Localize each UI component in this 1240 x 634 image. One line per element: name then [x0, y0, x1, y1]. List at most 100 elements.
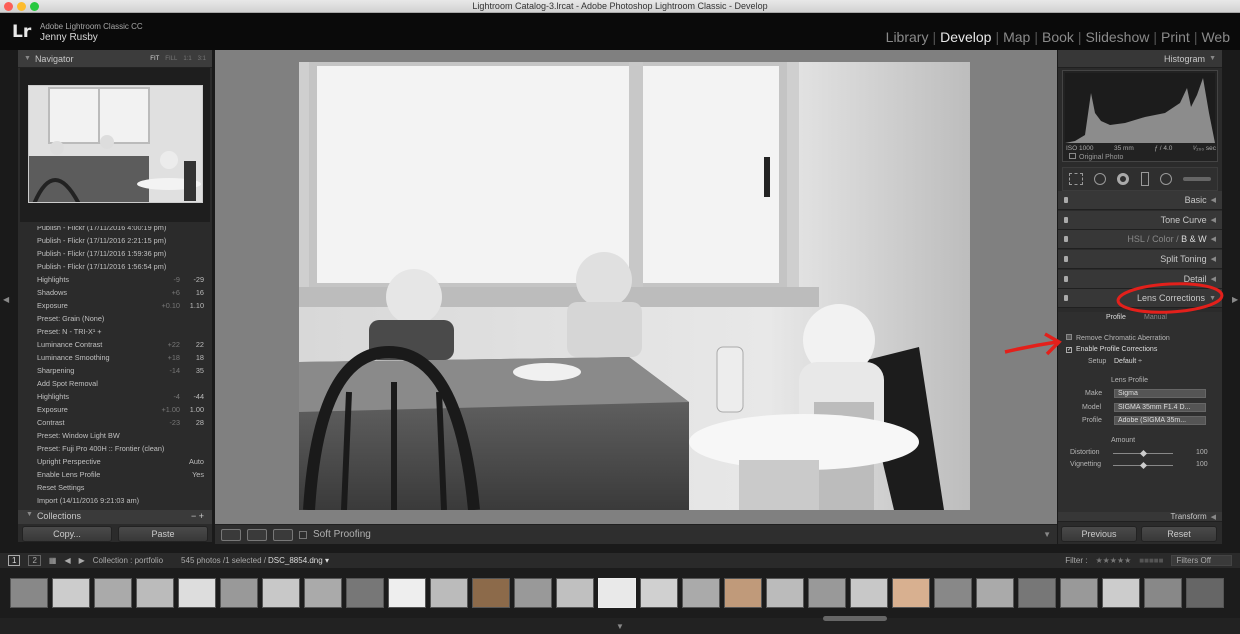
filmstrip-thumbnail[interactable]	[640, 578, 678, 608]
tab-bw[interactable]: B & W	[1181, 234, 1207, 244]
module-book[interactable]: Book	[1038, 29, 1078, 45]
filmstrip-thumbnail[interactable]	[178, 578, 216, 608]
filmstrip-thumbnail[interactable]	[1102, 578, 1140, 608]
tab-hsl[interactable]: HSL	[1127, 234, 1144, 244]
adjustment-brush-icon[interactable]	[1183, 177, 1212, 181]
filmstrip-thumbnail[interactable]	[934, 578, 972, 608]
history-item[interactable]: Exposure +1.00 1.00	[20, 403, 210, 416]
red-eye-icon[interactable]	[1117, 173, 1130, 185]
module-map[interactable]: Map	[999, 29, 1034, 45]
collections-header[interactable]: ▼ Collections − +	[18, 510, 212, 524]
filmstrip-thumbnail[interactable]	[346, 578, 384, 608]
vignetting-slider-handle[interactable]	[1139, 461, 1148, 470]
loupe-view-icon[interactable]	[221, 528, 241, 541]
filmstrip-thumbnail[interactable]	[1144, 578, 1182, 608]
history-item[interactable]: Upright Perspective Auto	[20, 455, 210, 468]
history-item[interactable]: Luminance Smoothing +18 18	[20, 351, 210, 364]
filmstrip-thumbnail[interactable]	[598, 578, 636, 608]
filmstrip-thumbnail[interactable]	[976, 578, 1014, 608]
tone-curve-section-header[interactable]: Tone Curve ◀	[1058, 211, 1222, 230]
history-item[interactable]: Sharpening -14 35	[20, 364, 210, 377]
filmstrip-thumbnail[interactable]	[472, 578, 510, 608]
navigator-header[interactable]: ▼ Navigator FIT FILL 1:1 3:1	[18, 50, 212, 68]
history-item[interactable]: Publish - Flickr (17/11/2016 4:00:19 pm)	[20, 226, 210, 234]
history-item[interactable]: Highlights -4 -44	[20, 390, 210, 403]
color-label-filter-icon[interactable]: ■■■■■	[1139, 556, 1163, 565]
module-library[interactable]: Library	[882, 29, 933, 45]
module-develop[interactable]: Develop	[936, 29, 995, 45]
panel-switch-icon[interactable]	[1064, 236, 1068, 242]
crop-tool-icon[interactable]	[1068, 173, 1083, 185]
filmstrip-thumbnail[interactable]	[430, 578, 468, 608]
model-dropdown[interactable]: SIGMA 35mm F1.4 D...	[1114, 403, 1206, 412]
history-item[interactable]: Highlights -9 -29	[20, 273, 210, 286]
filmstrip-thumbnail[interactable]	[220, 578, 258, 608]
soft-proofing-checkbox[interactable]	[299, 530, 307, 539]
radial-filter-icon[interactable]	[1159, 173, 1172, 185]
history-item[interactable]: Exposure +0.10 1.10	[20, 299, 210, 312]
history-item[interactable]: Shadows +6 16	[20, 286, 210, 299]
history-item[interactable]: Enable Lens Profile Yes	[20, 468, 210, 481]
history-item[interactable]: Publish - Flickr (17/11/2016 1:59:36 pm)	[20, 247, 210, 260]
history-item[interactable]: Preset: N - TRI-X¹ +	[20, 325, 210, 338]
right-panel-toggle-icon[interactable]: ▶	[1232, 295, 1238, 304]
filmstrip-thumbnail[interactable]	[262, 578, 300, 608]
histogram-header[interactable]: Histogram ▼	[1058, 50, 1222, 68]
panel-switch-icon[interactable]	[1064, 197, 1068, 203]
history-item[interactable]: Publish - Flickr (17/11/2016 1:56:54 pm)	[20, 260, 210, 273]
module-web[interactable]: Web	[1197, 29, 1234, 45]
vignetting-value[interactable]: 100	[1196, 461, 1208, 468]
history-item[interactable]: Publish - Flickr (17/11/2016 2:21:15 pm)	[20, 234, 210, 247]
history-item[interactable]: Reset Settings	[20, 481, 210, 494]
main-photo[interactable]	[299, 58, 970, 511]
collection-path[interactable]: Collection : portfolio	[93, 556, 163, 565]
original-photo-checkbox[interactable]	[1069, 153, 1076, 159]
filmstrip-thumbnail[interactable]	[304, 578, 342, 608]
transform-section-header[interactable]: Transform ◀	[1058, 512, 1222, 522]
tab-color[interactable]: Color	[1152, 234, 1174, 244]
history-item[interactable]: Luminance Contrast +22 22	[20, 338, 210, 351]
rating-filter-stars-icon[interactable]: ★★★★★	[1095, 556, 1131, 565]
history-item[interactable]: Contrast -23 28	[20, 416, 210, 429]
navigator-preview[interactable]	[20, 68, 210, 222]
history-item[interactable]: Preset: Grain (None)	[20, 312, 210, 325]
back-arrow-icon[interactable]: ◀	[64, 556, 70, 565]
collections-add-remove[interactable]: − +	[191, 511, 204, 523]
history-item[interactable]: Preset: Window Light BW	[20, 429, 210, 442]
basic-section-header[interactable]: Basic ◀	[1058, 191, 1222, 210]
hsl-section-header[interactable]: HSL / Color / B & W ◀	[1058, 230, 1222, 249]
grid-icon[interactable]: ▦	[49, 556, 57, 565]
zoom-fill[interactable]: FILL	[165, 56, 177, 62]
compare-view-icon[interactable]	[247, 528, 267, 541]
make-dropdown[interactable]: Sigma	[1114, 389, 1206, 398]
previous-button[interactable]: Previous	[1061, 526, 1137, 542]
filmstrip-thumbnail[interactable]	[136, 578, 174, 608]
left-panel-toggle-icon[interactable]: ◀	[3, 295, 9, 304]
original-photo-toggle[interactable]: Original Photo	[1069, 153, 1123, 161]
history-item[interactable]: Add Spot Removal	[20, 377, 210, 390]
zoom-1-1[interactable]: 1:1	[183, 56, 191, 62]
distortion-slider-handle[interactable]	[1139, 449, 1148, 458]
spot-removal-icon[interactable]	[1093, 173, 1106, 185]
filmstrip-thumbnail[interactable]	[94, 578, 132, 608]
filmstrip-thumbnail[interactable]	[1186, 578, 1224, 608]
toolbar-menu-icon[interactable]: ▼	[1043, 530, 1051, 539]
filmstrip-thumbnail[interactable]	[1018, 578, 1056, 608]
primary-window-button[interactable]: 1	[8, 555, 21, 566]
history-item[interactable]: Import (14/11/2016 9:21:03 am)	[20, 494, 210, 507]
filmstrip-thumbnail[interactable]	[892, 578, 930, 608]
filmstrip-thumbnail[interactable]	[1060, 578, 1098, 608]
filmstrip-thumbnail[interactable]	[388, 578, 426, 608]
filmstrip-thumbnail[interactable]	[52, 578, 90, 608]
distortion-value[interactable]: 100	[1196, 449, 1208, 456]
filmstrip-thumbnail[interactable]	[556, 578, 594, 608]
paste-settings-button[interactable]: Paste	[118, 526, 208, 542]
filmstrip-scrollbar[interactable]	[823, 616, 887, 621]
secondary-window-button[interactable]: 2	[28, 555, 41, 566]
forward-arrow-icon[interactable]: ▶	[79, 556, 85, 565]
profile-dropdown[interactable]: Adobe (SIGMA 35m...	[1114, 416, 1206, 425]
filename-dropdown[interactable]: DSC_8854.dng ▾	[268, 556, 329, 565]
panel-switch-icon[interactable]	[1064, 217, 1068, 223]
filmstrip-thumbnail[interactable]	[514, 578, 552, 608]
vignetting-slider[interactable]	[1113, 461, 1173, 470]
